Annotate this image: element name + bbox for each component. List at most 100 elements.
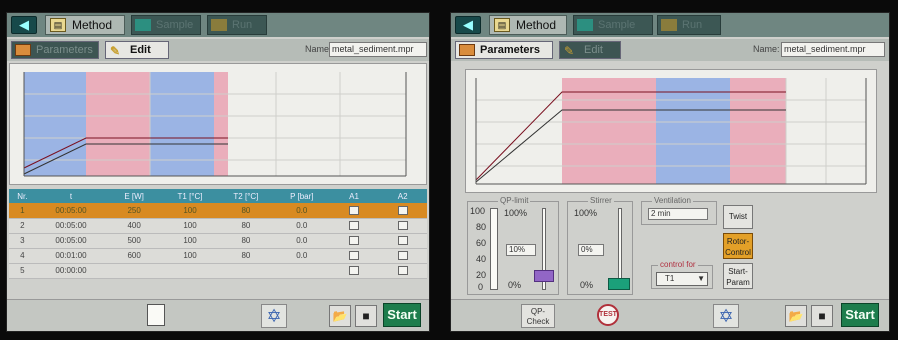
start-button[interactable]: Start bbox=[841, 303, 879, 327]
save-icon[interactable]: ■ bbox=[355, 305, 377, 327]
tab-run[interactable]: Run bbox=[207, 15, 267, 35]
cell-energy[interactable]: 500 bbox=[106, 233, 163, 249]
a2-checkbox[interactable] bbox=[397, 251, 408, 261]
tab-method-label: Method bbox=[516, 18, 557, 32]
cell-t2[interactable]: 80 bbox=[217, 203, 274, 219]
cell-t2[interactable]: 80 bbox=[217, 218, 274, 234]
tab-sample[interactable]: Sample bbox=[573, 15, 653, 35]
fan-icon[interactable]: ✡ bbox=[261, 304, 287, 328]
cell-pressure[interactable]: 0.0 bbox=[273, 203, 330, 219]
tab-parameters[interactable]: Parameters bbox=[11, 41, 99, 59]
cell-a1[interactable] bbox=[329, 263, 379, 279]
cell-a2[interactable] bbox=[378, 233, 427, 249]
a2-checkbox[interactable] bbox=[397, 205, 408, 215]
cell-a1[interactable] bbox=[329, 233, 379, 249]
control-for-title: control for bbox=[658, 260, 698, 269]
open-folder-icon[interactable]: 📂 bbox=[329, 305, 351, 327]
cell-a2[interactable] bbox=[378, 248, 427, 264]
table-row[interactable]: 1 00:05:00 250 100 80 0.0 bbox=[9, 203, 427, 219]
fan-icon[interactable]: ✡ bbox=[713, 304, 739, 328]
qp-value-box[interactable]: 10% bbox=[506, 244, 536, 256]
cell-a1[interactable] bbox=[329, 218, 379, 234]
table-row[interactable]: 4 00:01:00 600 100 80 0.0 bbox=[9, 248, 427, 264]
pencil-icon: ✎ bbox=[564, 44, 575, 58]
scale-20: 20 bbox=[476, 270, 487, 280]
name-label: Name: bbox=[753, 44, 780, 54]
cell-a1[interactable] bbox=[329, 203, 379, 219]
tab-edit[interactable]: ✎ Edit bbox=[105, 41, 169, 59]
scale-100: 100 bbox=[470, 206, 486, 216]
a1-checkbox[interactable] bbox=[349, 221, 360, 231]
a2-checkbox[interactable] bbox=[397, 236, 408, 246]
start-param-button[interactable]: Start-Param bbox=[723, 263, 753, 289]
table-row[interactable]: 3 00:05:00 500 100 80 0.0 bbox=[9, 233, 427, 249]
cell-a2[interactable] bbox=[378, 263, 427, 279]
tab-run[interactable]: Run bbox=[657, 15, 721, 35]
stirrer-value-box[interactable]: 0% bbox=[578, 244, 604, 256]
a2-checkbox[interactable] bbox=[397, 266, 408, 276]
program-chart bbox=[9, 63, 427, 185]
a2-checkbox[interactable] bbox=[397, 221, 408, 231]
stirrer-group: Stirrer 100% 0% 0% bbox=[567, 196, 633, 295]
qp-limit-group: QP-limit 100 80 60 40 20 0 100% 10% 0% bbox=[467, 196, 559, 295]
cell-energy[interactable] bbox=[106, 263, 163, 279]
ventilation-time-field[interactable]: 2 min bbox=[648, 208, 708, 220]
method-name-field[interactable]: metal_sediment.mpr bbox=[329, 42, 427, 57]
a1-checkbox[interactable] bbox=[349, 266, 360, 276]
cell-time[interactable]: 00:05:00 bbox=[35, 218, 107, 234]
table-row[interactable]: 2 00:05:00 400 100 80 0.0 bbox=[9, 218, 427, 234]
test-button[interactable]: TEST bbox=[597, 304, 619, 326]
cell-a1[interactable] bbox=[329, 248, 379, 264]
cell-a2[interactable] bbox=[378, 218, 427, 234]
control-for-select[interactable]: T1 ▼ bbox=[656, 272, 708, 286]
cell-pressure[interactable]: 0.0 bbox=[273, 218, 330, 234]
a1-checkbox[interactable] bbox=[349, 236, 360, 246]
tab-method[interactable]: ▤ Method bbox=[45, 15, 125, 35]
open-folder-icon[interactable]: 📂 bbox=[785, 305, 807, 327]
back-arrow-icon[interactable]: ◀ bbox=[455, 16, 481, 34]
cell-pressure[interactable]: 0.0 bbox=[273, 233, 330, 249]
cell-time[interactable]: 00:05:00 bbox=[35, 203, 107, 219]
qp-check-button[interactable]: QP-Check bbox=[521, 304, 555, 328]
cell-t1[interactable]: 100 bbox=[162, 248, 218, 264]
cell-nr: 1 bbox=[9, 203, 36, 219]
cell-energy[interactable]: 400 bbox=[106, 218, 163, 234]
cell-t1[interactable]: 100 bbox=[162, 218, 218, 234]
a1-checkbox[interactable] bbox=[349, 205, 360, 215]
qp-slider-handle[interactable] bbox=[534, 270, 554, 282]
tab-edit[interactable]: ✎ Edit bbox=[559, 41, 621, 59]
save-icon[interactable]: ■ bbox=[811, 305, 833, 327]
cell-time[interactable]: 00:01:00 bbox=[35, 248, 107, 264]
a1-checkbox[interactable] bbox=[349, 251, 360, 261]
cell-energy[interactable]: 600 bbox=[106, 248, 163, 264]
twist-button[interactable]: Twist bbox=[723, 205, 753, 229]
cell-time[interactable]: 00:00:00 bbox=[35, 263, 107, 279]
cell-pressure[interactable] bbox=[273, 263, 330, 279]
tab-method-label: Method bbox=[72, 18, 113, 32]
cell-t2[interactable]: 80 bbox=[217, 233, 274, 249]
cell-t2[interactable] bbox=[217, 263, 274, 279]
cell-pressure[interactable]: 0.0 bbox=[273, 248, 330, 264]
cell-nr: 4 bbox=[9, 248, 36, 264]
cell-time[interactable]: 00:05:00 bbox=[35, 233, 107, 249]
qp-level-bar bbox=[490, 208, 498, 290]
tab-sample[interactable]: Sample bbox=[131, 15, 201, 35]
tab-parameters[interactable]: Parameters bbox=[455, 41, 553, 59]
stirrer-slider-handle[interactable] bbox=[608, 278, 630, 290]
step-1-band bbox=[562, 78, 656, 184]
cell-t1[interactable] bbox=[162, 263, 218, 279]
cell-a2[interactable] bbox=[378, 203, 427, 219]
rotor-control-button[interactable]: Rotor-Control bbox=[723, 233, 753, 259]
tab-sample-label: Sample bbox=[598, 19, 636, 31]
back-arrow-icon[interactable]: ◀ bbox=[11, 16, 37, 34]
cell-t2[interactable]: 80 bbox=[217, 248, 274, 264]
table-row[interactable]: 5 00:00:00 bbox=[9, 263, 427, 279]
new-document-icon[interactable] bbox=[147, 304, 165, 326]
start-button[interactable]: Start bbox=[383, 303, 421, 327]
method-name-field[interactable]: metal_sediment.mpr bbox=[781, 42, 885, 57]
cell-energy[interactable]: 250 bbox=[106, 203, 163, 219]
cell-t1[interactable]: 100 bbox=[162, 233, 218, 249]
tab-method[interactable]: ▤ Method bbox=[489, 15, 567, 35]
control-area: QP-limit 100 80 60 40 20 0 100% 10% 0% S… bbox=[455, 195, 887, 299]
cell-t1[interactable]: 100 bbox=[162, 203, 218, 219]
